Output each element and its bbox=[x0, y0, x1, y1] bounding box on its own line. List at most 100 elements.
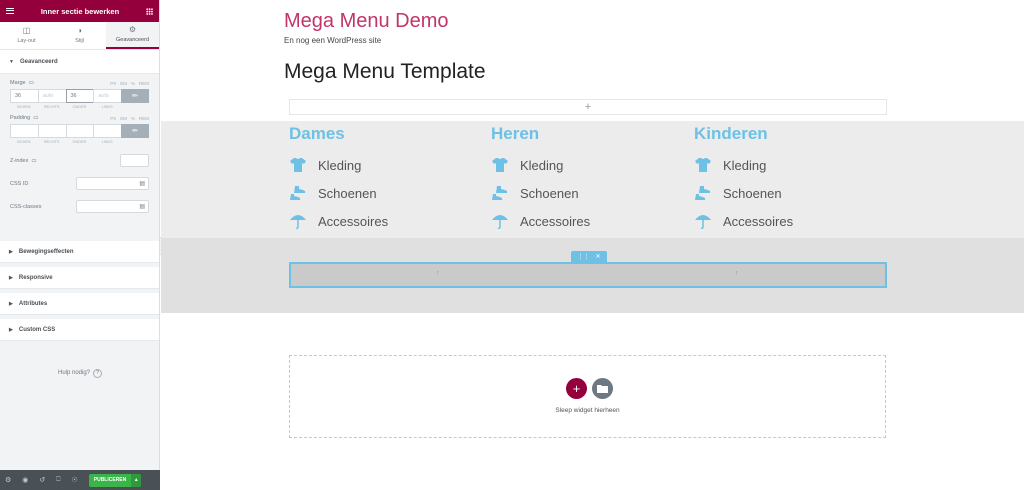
item-label: Accessoires bbox=[318, 213, 389, 229]
list-item[interactable]: Accessoires bbox=[491, 212, 590, 230]
margin-left-input[interactable]: auto bbox=[93, 89, 122, 103]
settings-icon[interactable]: ⚙ bbox=[5, 476, 11, 484]
responsive-mode-icon[interactable]: ⎕ bbox=[56, 476, 60, 484]
cssid-input[interactable]: ▤ bbox=[76, 177, 149, 190]
publish-group: PUBLICEREN ▲ bbox=[88, 473, 142, 487]
widgets-grid-icon[interactable] bbox=[146, 7, 153, 15]
monitor-icon[interactable]: ▭ bbox=[33, 115, 38, 121]
unit-rem[interactable]: REM bbox=[139, 116, 149, 121]
monitor-icon[interactable]: ▭ bbox=[29, 80, 34, 86]
section-advanced-label: Geavanceerd bbox=[19, 58, 58, 65]
margin-top-input[interactable]: 36 bbox=[10, 89, 39, 103]
tab-advanced[interactable]: ⚙ Geavanceerd bbox=[106, 22, 159, 49]
panel-header: Inner sectie bewerken bbox=[0, 0, 159, 22]
advanced-body: Marge ▭ PX EM % REM 36 auto 36 auto ✏ BO… bbox=[0, 80, 159, 213]
unit-percent[interactable]: % bbox=[131, 116, 135, 121]
menu-column: Dames Kleding Schoenen Accessoires bbox=[289, 124, 388, 230]
list-item[interactable]: Kleding bbox=[694, 156, 793, 174]
padding-inputs: ✏ bbox=[10, 124, 149, 138]
side-label-left: LINKS bbox=[101, 140, 113, 144]
navigator-icon[interactable]: ◉ bbox=[22, 476, 28, 484]
add-section-row[interactable]: + bbox=[289, 99, 887, 115]
section-motion-effects[interactable]: ▶ Bewegingseffecten bbox=[0, 241, 159, 263]
padding-bottom-input[interactable] bbox=[65, 124, 95, 138]
publish-button[interactable]: PUBLICEREN bbox=[88, 473, 132, 487]
unit-em[interactable]: EM bbox=[120, 81, 127, 86]
column-drop-arrow-icon: ↑ bbox=[436, 270, 440, 277]
panel-title: Inner sectie bewerken bbox=[40, 6, 120, 16]
cssid-label: CSS ID bbox=[10, 180, 29, 187]
list-item[interactable]: Accessoires bbox=[289, 212, 388, 230]
column-heading[interactable]: Dames bbox=[289, 124, 388, 144]
list-item[interactable]: Schoenen bbox=[491, 184, 590, 202]
menu-icon[interactable] bbox=[6, 8, 14, 14]
tab-style-label: Stijl bbox=[75, 38, 84, 44]
preview-eye-icon[interactable]: ☉ bbox=[71, 476, 77, 484]
item-label: Accessoires bbox=[723, 213, 794, 229]
help-text: Hulp nodig? bbox=[57, 370, 91, 376]
history-icon[interactable]: ↺ bbox=[39, 476, 45, 484]
link-values-icon[interactable]: ✏ bbox=[121, 89, 149, 103]
item-label: Schoenen bbox=[520, 185, 579, 201]
side-label-bottom: ONDER bbox=[72, 105, 87, 109]
unit-px[interactable]: PX bbox=[110, 116, 116, 121]
section-handle[interactable]: ⋮⋮ ✕ bbox=[571, 251, 607, 262]
item-label: Kleding bbox=[520, 157, 564, 173]
panel-footer: ⚙ ◉ ↺ ⎕ ☉ PUBLICEREN ▲ bbox=[0, 470, 160, 490]
drag-handle-icon[interactable]: ⋮⋮ bbox=[577, 253, 589, 260]
gear-icon: ⚙ bbox=[128, 25, 137, 34]
list-item[interactable]: Schoenen bbox=[289, 184, 388, 202]
page-title: Mega Menu Template bbox=[284, 60, 486, 83]
list-item[interactable]: Kleding bbox=[491, 156, 590, 174]
template-library-button[interactable] bbox=[592, 378, 613, 399]
padding-side-labels: BOVEN RECHTS ONDER LINKS bbox=[10, 140, 149, 144]
padding-left-input[interactable] bbox=[93, 124, 122, 138]
plus-icon[interactable]: + bbox=[585, 101, 591, 113]
tab-layout[interactable]: ◫ Lay-out bbox=[0, 22, 53, 49]
list-item[interactable]: Schoenen bbox=[694, 184, 793, 202]
menu-column: Heren Kleding Schoenen Accessoires bbox=[491, 124, 590, 230]
unit-rem[interactable]: REM bbox=[139, 81, 149, 86]
padding-top-input[interactable] bbox=[10, 124, 39, 138]
unit-px[interactable]: PX bbox=[110, 81, 116, 86]
link-values-icon[interactable]: ✏ bbox=[121, 124, 149, 138]
caret-right-icon: ▶ bbox=[9, 300, 13, 307]
section-label: Attributes bbox=[18, 300, 48, 307]
section-attributes[interactable]: ▶ Attributes bbox=[0, 293, 159, 315]
side-label-right: RECHTS bbox=[43, 105, 60, 109]
unit-em[interactable]: EM bbox=[120, 116, 127, 121]
cssid-row: CSS ID ▤ bbox=[10, 177, 149, 190]
publish-options-caret-icon[interactable]: ▲ bbox=[131, 473, 142, 487]
close-icon[interactable]: ✕ bbox=[595, 253, 600, 260]
margin-bottom-input[interactable]: 36 bbox=[65, 89, 95, 103]
monitor-icon[interactable]: ▭ bbox=[31, 158, 36, 164]
collapsed-sections: ▶ Bewegingseffecten ▶ Responsive ▶ Attri… bbox=[0, 241, 159, 341]
padding-right-input[interactable] bbox=[37, 124, 67, 138]
cssclasses-input[interactable]: ▤ bbox=[76, 200, 149, 213]
tab-style[interactable]: ◑ Stijl bbox=[53, 22, 106, 49]
section-responsive[interactable]: ▶ Responsive bbox=[0, 267, 159, 289]
column-heading[interactable]: Kinderen bbox=[694, 124, 793, 144]
list-item[interactable]: Accessoires bbox=[694, 212, 793, 230]
inner-section[interactable]: ↑ ↑ bbox=[289, 262, 887, 288]
umbrella-icon bbox=[491, 212, 509, 230]
dynamic-tags-icon[interactable]: ▤ bbox=[139, 203, 145, 210]
zindex-row: Z-index ▭ bbox=[10, 154, 149, 167]
column-heading[interactable]: Heren bbox=[491, 124, 590, 144]
widget-drop-zone[interactable]: + Sleep widget hierheen bbox=[289, 355, 886, 438]
zindex-input[interactable] bbox=[120, 154, 149, 167]
margin-units: PX EM % REM bbox=[110, 81, 149, 86]
margin-right-input[interactable]: auto bbox=[37, 89, 67, 103]
umbrella-icon bbox=[289, 212, 307, 230]
list-item[interactable]: Kleding bbox=[289, 156, 388, 174]
help-link[interactable]: Hulp nodig?? bbox=[0, 369, 160, 378]
section-custom-css[interactable]: ▶ Custom CSS bbox=[0, 319, 159, 341]
section-advanced-header[interactable]: ▼ Geavanceerd bbox=[0, 50, 159, 74]
add-section-button[interactable]: + bbox=[566, 378, 587, 399]
site-title[interactable]: Mega Menu Demo bbox=[284, 10, 449, 33]
mega-menu-section[interactable]: Dames Kleding Schoenen Accessoires Heren bbox=[161, 121, 1024, 238]
dynamic-tags-icon[interactable]: ▤ bbox=[139, 180, 145, 187]
unit-percent[interactable]: % bbox=[131, 81, 135, 86]
shoes-icon bbox=[289, 184, 307, 202]
caret-right-icon: ▶ bbox=[9, 274, 13, 281]
